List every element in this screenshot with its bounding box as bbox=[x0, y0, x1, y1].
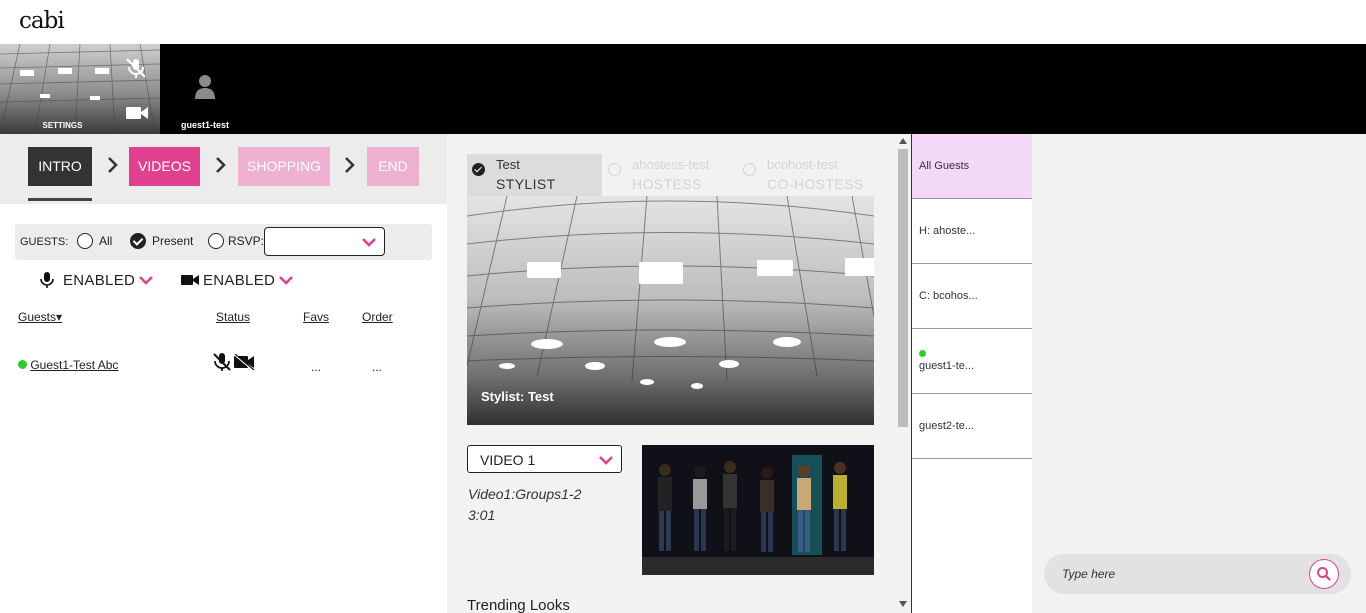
user-avatar-icon bbox=[195, 75, 215, 99]
online-indicator bbox=[18, 360, 27, 369]
video-strip: SETTINGS guest1-test bbox=[0, 44, 1366, 134]
list-item-cohostess[interactable]: C: bcohos... bbox=[912, 264, 1032, 329]
top-header: cabi bbox=[0, 0, 1366, 44]
chevron-right-icon bbox=[216, 157, 226, 173]
order-cell[interactable]: ... bbox=[372, 360, 382, 374]
mic-muted-icon bbox=[213, 353, 231, 371]
peer-name: guest1-test bbox=[180, 120, 229, 130]
chevron-right-icon bbox=[108, 157, 118, 173]
chevron-down-icon bbox=[362, 238, 376, 247]
filter-all-label[interactable]: All bbox=[99, 234, 112, 248]
check-icon bbox=[472, 163, 485, 176]
favs-cell[interactable]: ... bbox=[311, 360, 321, 374]
video-select[interactable]: VIDEO 1 bbox=[467, 445, 622, 473]
filter-present-radio[interactable] bbox=[130, 233, 146, 249]
list-item-label: H: ahoste... bbox=[919, 225, 976, 237]
party-control-panel: INTRO VIDEOS SHOPPING END GUESTS: All Pr… bbox=[0, 134, 447, 613]
scrollbar-thumb[interactable] bbox=[898, 149, 908, 427]
chevron-right-icon bbox=[345, 157, 355, 173]
online-indicator bbox=[919, 350, 926, 357]
center-scrollbar[interactable] bbox=[896, 134, 911, 613]
video-thumbnail[interactable] bbox=[642, 445, 874, 575]
video-off-icon bbox=[233, 354, 255, 370]
step-shopping[interactable]: SHOPPING bbox=[238, 147, 330, 186]
tab-cohostess-name: bcohost-test bbox=[767, 157, 838, 172]
col-order-header[interactable]: Order bbox=[362, 310, 393, 324]
party-steps: INTRO VIDEOS SHOPPING END bbox=[0, 134, 447, 204]
video-select-value: VIDEO 1 bbox=[480, 452, 536, 468]
filter-present-label[interactable]: Present bbox=[152, 234, 193, 248]
step-intro[interactable]: INTRO bbox=[28, 147, 92, 186]
guest-name-cell[interactable]: Guest1-Test Abc bbox=[18, 358, 118, 372]
scroll-down-icon[interactable] bbox=[899, 601, 907, 607]
chat-recipient-list: All Guests H: ahoste... C: bcohos... gue… bbox=[911, 134, 1032, 613]
col-status-header[interactable]: Status bbox=[216, 310, 250, 324]
col-guests-header[interactable]: Guests▾ bbox=[18, 310, 62, 324]
radio-icon bbox=[608, 163, 621, 176]
step-end[interactable]: END bbox=[367, 147, 419, 186]
step-videos[interactable]: VIDEOS bbox=[129, 147, 200, 186]
chevron-down-icon bbox=[139, 276, 153, 285]
scroll-up-icon[interactable] bbox=[899, 138, 907, 144]
send-search-button[interactable] bbox=[1309, 559, 1339, 589]
tab-stylist-name: Test bbox=[496, 157, 520, 172]
tab-cohostess-role: CO-HOSTESS bbox=[767, 176, 864, 192]
search-icon bbox=[1317, 567, 1331, 581]
settings-label[interactable]: SETTINGS bbox=[0, 121, 125, 130]
camera-status: ENABLED bbox=[203, 272, 276, 289]
video-panel: Test STYLIST ahostess-test HOSTESS bcoho… bbox=[447, 134, 911, 613]
mic-status: ENABLED bbox=[63, 272, 136, 289]
radio-icon bbox=[743, 163, 756, 176]
list-item-all-guests[interactable]: All Guests bbox=[912, 134, 1032, 199]
tab-cohostess[interactable]: bcohost-test CO-HOSTESS bbox=[738, 154, 873, 196]
video-camera-icon[interactable] bbox=[125, 104, 149, 122]
list-item-label: C: bcohos... bbox=[919, 290, 978, 302]
self-camera-tile[interactable]: SETTINGS bbox=[0, 44, 160, 134]
list-item-label: All Guests bbox=[919, 160, 970, 172]
filter-all-radio[interactable] bbox=[77, 233, 93, 249]
col-favs-header[interactable]: Favs bbox=[303, 310, 329, 324]
trending-looks-heading: Trending Looks bbox=[467, 597, 570, 613]
tab-hostess-role: HOSTESS bbox=[632, 176, 702, 192]
tab-stylist[interactable]: Test STYLIST bbox=[467, 154, 602, 196]
list-item-hostess[interactable]: H: ahoste... bbox=[912, 199, 1032, 264]
guest-filter-bar: GUESTS: All Present RSVP: bbox=[15, 224, 432, 260]
list-item-label: guest2-te... bbox=[919, 420, 975, 432]
main-video[interactable]: Stylist: Test bbox=[467, 196, 874, 425]
tab-stylist-role: STYLIST bbox=[496, 176, 556, 192]
chat-input-wrapper bbox=[1044, 554, 1351, 594]
tab-hostess[interactable]: ahostess-test HOSTESS bbox=[603, 154, 733, 196]
guest-name-link[interactable]: Guest1-Test Abc bbox=[30, 358, 118, 372]
tab-hostess-name: ahostess-test bbox=[632, 157, 710, 172]
stylist-caption: Stylist: Test bbox=[481, 389, 554, 404]
list-item-guest2[interactable]: guest2-te... bbox=[912, 394, 1032, 459]
video-description: Video1:Groups1-2 3:01 bbox=[468, 484, 581, 526]
filter-rsvp-radio[interactable] bbox=[208, 233, 224, 249]
peer-tile[interactable]: guest1-test bbox=[160, 44, 250, 134]
list-item-guest1[interactable]: guest1-te... bbox=[912, 329, 1032, 394]
microphone-icon bbox=[40, 272, 54, 288]
video-duration: 3:01 bbox=[468, 507, 496, 523]
models-thumbnail-image bbox=[642, 445, 874, 575]
mic-muted-icon[interactable] bbox=[124, 56, 148, 80]
filter-rsvp-label[interactable]: RSVP: bbox=[228, 234, 264, 248]
list-item-label: guest1-te... bbox=[919, 360, 975, 372]
guests-filter-label: GUESTS: bbox=[20, 236, 69, 248]
video-camera-icon bbox=[181, 275, 199, 285]
chevron-down-icon bbox=[599, 456, 613, 465]
active-step-underline bbox=[28, 198, 92, 201]
chat-panel bbox=[1032, 134, 1366, 613]
rsvp-select[interactable] bbox=[264, 227, 385, 256]
cabi-logo[interactable]: cabi bbox=[19, 8, 65, 34]
video-title: Video1:Groups1-2 bbox=[468, 486, 582, 502]
chevron-down-icon bbox=[279, 276, 293, 285]
chat-input[interactable] bbox=[1062, 565, 1302, 583]
